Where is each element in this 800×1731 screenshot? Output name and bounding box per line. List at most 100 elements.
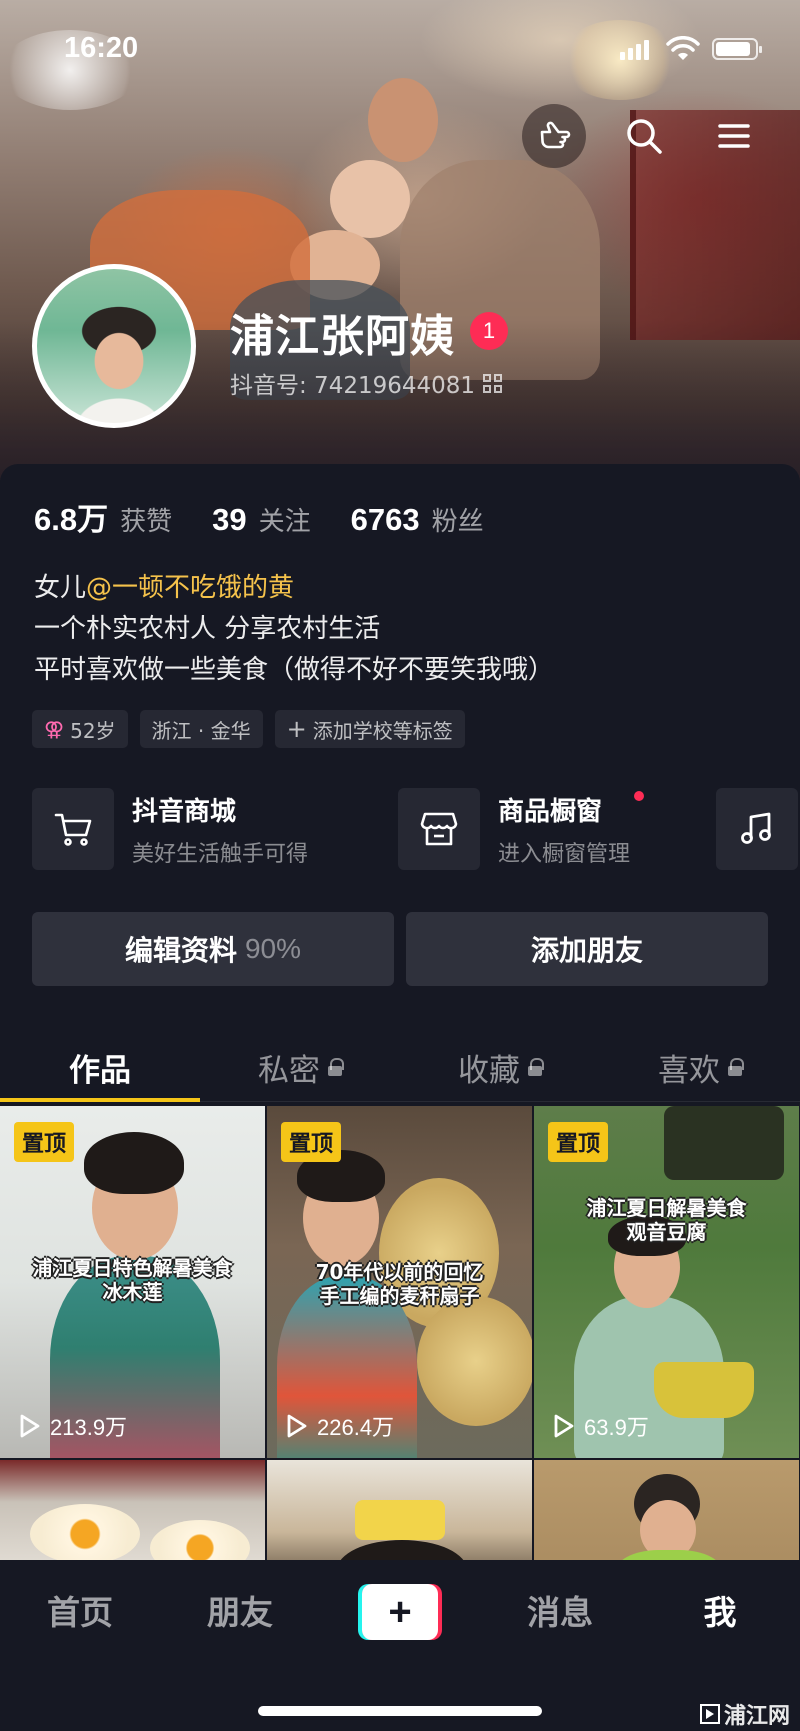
- video-caption: 70年代以前的回忆 手工编的麦秆扇子: [267, 1260, 532, 1308]
- shop-entries: 抖音商城 美好生活触手可得 商品橱窗 进入橱窗管理: [32, 788, 800, 878]
- menu-icon[interactable]: [702, 104, 766, 168]
- shop-title: 抖音商城: [132, 796, 237, 827]
- thumb-hair: [337, 1540, 467, 1560]
- pinned-badge: 置顶: [14, 1122, 75, 1162]
- video-grid: 置顶 浦江夏日特色解暑美食 冰木莲 213.9万 置顶 70年代以前的回忆 手工…: [0, 1106, 800, 1560]
- video-thumbnail[interactable]: [0, 1460, 265, 1560]
- plus-icon: +: [362, 1584, 438, 1640]
- stat-value: 6.8万: [34, 502, 109, 537]
- video-thumbnail[interactable]: 置顶 浦江夏日特色解暑美食 冰木莲 213.9万: [0, 1106, 265, 1458]
- watermark-text: 浦江网: [724, 1704, 791, 1729]
- video-caption: 浦江夏日特色解暑美食 冰木莲: [0, 1256, 265, 1304]
- battery-icon: [712, 38, 762, 60]
- stats-row: 6.8万 获赞 39 关注 6763 粉丝: [34, 494, 484, 539]
- lock-icon: [528, 1058, 544, 1076]
- pinned-badge: 置顶: [548, 1122, 609, 1162]
- thumb-body: [614, 1550, 724, 1560]
- video-thumbnail[interactable]: 置顶 浦江夏日解暑美食 观音豆腐 63.9万: [534, 1106, 799, 1458]
- profile-action-buttons: 编辑资料 90% 添加朋友: [32, 912, 768, 986]
- lock-icon: [728, 1058, 744, 1076]
- caption-line: 观音豆腐: [626, 1220, 707, 1244]
- add-friend-button[interactable]: 添加朋友: [406, 912, 768, 986]
- music-entry[interactable]: [716, 788, 798, 870]
- play-count-text: 63.9万: [584, 1415, 649, 1440]
- shop-subtitle: 美好生活触手可得: [132, 841, 309, 867]
- stat-likes: 6.8万 获赞: [34, 494, 172, 539]
- tag-age-text: 52岁: [70, 718, 116, 743]
- douyin-id-text: 抖音号: 74219644081: [230, 373, 476, 399]
- thumb-egg: [30, 1504, 140, 1560]
- stat-value: 6763: [350, 502, 420, 537]
- content-tabs: 作品 私密 收藏 喜欢: [0, 1032, 800, 1102]
- cover-person-2: [330, 160, 410, 238]
- tab-label: 作品: [69, 1052, 131, 1089]
- pointing-hand-icon[interactable]: [522, 104, 586, 168]
- douyin-id[interactable]: 抖音号: 74219644081: [230, 366, 503, 400]
- bio: 女儿@一顿不吃饿的黄 一个朴实农村人 分享农村生活 平时喜欢做一些美食（做得不好…: [34, 568, 554, 691]
- play-count: 226.4万: [285, 1410, 394, 1442]
- play-count-text: 213.9万: [50, 1415, 128, 1440]
- profile-name: 浦江张阿姨: [230, 311, 455, 362]
- play-icon: [287, 1414, 307, 1438]
- tab-label: 收藏: [458, 1052, 520, 1089]
- tab-works[interactable]: 作品: [0, 1032, 200, 1102]
- tab-likes[interactable]: 喜欢: [600, 1032, 800, 1102]
- thumb-crown: [355, 1500, 445, 1540]
- douyin-mall-entry[interactable]: 抖音商城 美好生活触手可得: [32, 788, 308, 870]
- profile-tags: ⚢ 52岁 浙江 · 金华 + 添加学校等标签: [32, 710, 465, 748]
- nav-home[interactable]: 首页: [0, 1560, 160, 1660]
- stat-label: 获赞: [120, 507, 173, 537]
- video-thumbnail[interactable]: [534, 1460, 799, 1560]
- stat-value: 39: [212, 502, 247, 537]
- home-indicator: [258, 1706, 542, 1716]
- play-count: 213.9万: [18, 1410, 127, 1442]
- video-thumbnail[interactable]: [267, 1460, 532, 1560]
- status-time: 16:20: [64, 32, 139, 64]
- notification-badge[interactable]: 1: [470, 312, 508, 350]
- tab-private[interactable]: 私密: [200, 1032, 400, 1102]
- product-showcase-entry[interactable]: 商品橱窗 进入橱窗管理: [398, 788, 645, 870]
- bio-line-2: 一个朴实农村人 分享农村生活: [34, 614, 381, 644]
- tag-add-text: 添加学校等标签: [312, 718, 453, 743]
- nav-messages[interactable]: 消息: [480, 1560, 640, 1660]
- caption-line: 手工编的麦秆扇子: [319, 1284, 480, 1308]
- caption-line: 浦江夏日特色解暑美食: [32, 1256, 233, 1280]
- create-post-button[interactable]: +: [358, 1584, 442, 1640]
- tag-age: ⚢ 52岁: [32, 710, 128, 748]
- stat-following[interactable]: 39 关注: [212, 501, 311, 538]
- watermark-play-icon: [700, 1704, 720, 1724]
- play-count-text: 226.4万: [317, 1415, 395, 1440]
- caption-line: 浦江夏日解暑美食: [586, 1196, 747, 1220]
- edit-profile-label: 编辑资料: [124, 934, 237, 967]
- active-tab-indicator: [0, 1098, 200, 1102]
- avatar[interactable]: [32, 264, 196, 428]
- video-caption: 浦江夏日解暑美食 观音豆腐: [534, 1196, 799, 1244]
- video-thumbnail[interactable]: 置顶 70年代以前的回忆 手工编的麦秆扇子 226.4万: [267, 1106, 532, 1458]
- bio-mention-link[interactable]: @一顿不吃饿的黄: [86, 573, 294, 603]
- female-icon: ⚢: [44, 717, 65, 741]
- play-icon: [20, 1414, 40, 1438]
- edit-profile-button[interactable]: 编辑资料 90%: [32, 912, 394, 986]
- shop-title: 商品橱窗: [498, 790, 645, 828]
- add-friend-label: 添加朋友: [530, 934, 643, 967]
- thumb-fan: [417, 1296, 532, 1426]
- new-dot-badge: [634, 790, 645, 801]
- tag-add-button[interactable]: + 添加学校等标签: [274, 710, 465, 748]
- qr-code-icon[interactable]: [483, 373, 503, 393]
- storefront-icon: [398, 788, 480, 870]
- music-note-icon: [716, 788, 798, 870]
- tab-favorites[interactable]: 收藏: [400, 1032, 600, 1102]
- pinned-badge: 置顶: [281, 1122, 342, 1162]
- caption-line: 冰木莲: [102, 1280, 163, 1304]
- thumb-basket: [654, 1362, 754, 1418]
- nav-friends[interactable]: 朋友: [160, 1560, 320, 1660]
- lock-icon: [328, 1058, 344, 1076]
- tag-location-text: 浙江 · 金华: [151, 718, 251, 743]
- search-icon[interactable]: [612, 104, 676, 168]
- wifi-icon: [666, 36, 700, 60]
- play-count: 63.9万: [552, 1410, 649, 1442]
- watermark: 浦江网: [700, 1698, 790, 1730]
- play-icon: [554, 1414, 574, 1438]
- nav-me[interactable]: 我: [640, 1560, 800, 1660]
- stat-followers[interactable]: 6763 粉丝: [351, 501, 484, 538]
